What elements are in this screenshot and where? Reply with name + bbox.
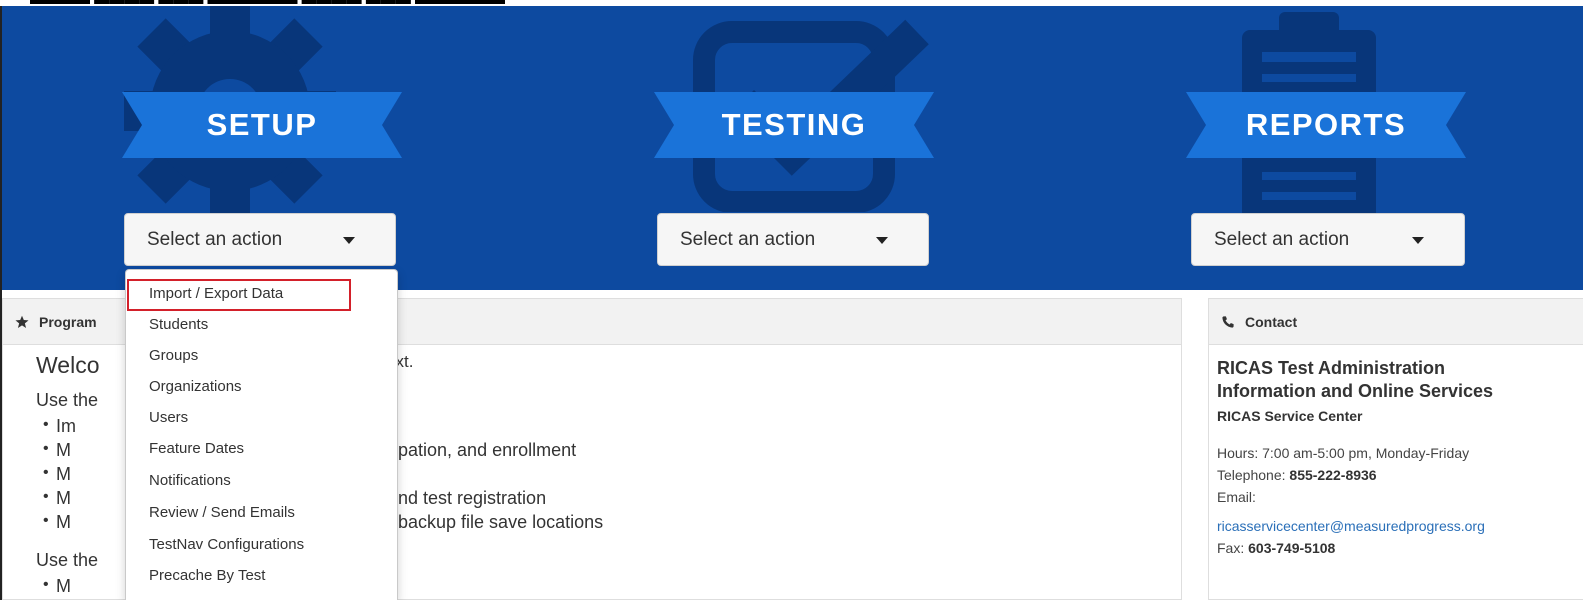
caret-down-icon [343, 237, 355, 244]
contact-panel-header: Contact [1209, 299, 1583, 345]
use-the-line: Use the [36, 550, 99, 570]
contact-email-label: Email: [1217, 489, 1256, 505]
list-item: M [43, 488, 71, 509]
list-item: M [43, 576, 71, 597]
list-item: M [43, 464, 71, 485]
menu-item-groups[interactable]: Groups [126, 341, 397, 371]
testing-action-select[interactable]: Select an action [657, 213, 929, 266]
contact-telephone: Telephone: 855-222-8936 [1217, 467, 1377, 483]
menu-item-notifications[interactable]: Notifications [126, 466, 397, 496]
testing-title: TESTING [721, 107, 867, 142]
reports-ribbon: REPORTS [1186, 92, 1466, 158]
menu-item-import-export-data[interactable]: Import / Export Data [126, 279, 397, 309]
use-the-line: Use the [36, 390, 99, 410]
caret-down-icon [1412, 237, 1424, 244]
phone-icon [1222, 315, 1234, 328]
list-item-fragment: backup file save locations [398, 512, 604, 532]
setup-title: SETUP [206, 107, 318, 142]
setup-action-select[interactable]: Select an action [124, 213, 396, 266]
setup-dropdown-menu: Import / Export Data Students Groups Org… [125, 269, 398, 600]
telephone-number: 855-222-8936 [1289, 467, 1377, 483]
setup-ribbon: SETUP [122, 92, 402, 158]
menu-item-organizations[interactable]: Organizations [126, 372, 397, 402]
menu-item-precache-by-test[interactable]: Precache By Test [126, 561, 397, 591]
setup-select-label: Select an action [147, 228, 283, 250]
menu-item-review-send-emails[interactable]: Review / Send Emails [126, 498, 397, 528]
reports-action-select[interactable]: Select an action [1191, 213, 1465, 266]
menu-item-students[interactable]: Students [126, 310, 397, 340]
list-item: Im [43, 416, 76, 437]
telephone-label: Telephone: [1217, 467, 1286, 483]
testing-ribbon: TESTING [654, 92, 934, 158]
menu-item-users[interactable]: Users [126, 403, 397, 433]
menu-item-feature-dates[interactable]: Feature Dates [126, 434, 397, 464]
list-item: M [43, 440, 71, 461]
fax-label: Fax: [1217, 540, 1245, 556]
contact-email-link[interactable]: ricasservicecenter@measuredprogress.org [1217, 518, 1485, 534]
menu-item-testnav-configurations[interactable]: TestNav Configurations [126, 530, 397, 560]
reports-select-label: Select an action [1214, 228, 1350, 250]
list-item: M [43, 512, 71, 533]
reports-title: REPORTS [1245, 107, 1407, 142]
contact-heading: Contact [1245, 313, 1298, 330]
contact-title: RICAS Test Administration Information an… [1217, 357, 1493, 403]
list-item-fragment: pation, and enrollment [398, 440, 577, 460]
welcome-text: Welco [36, 352, 100, 378]
caret-down-icon [876, 237, 888, 244]
contact-title-line-2: Information and Online Services [1217, 381, 1494, 401]
fax-number: 603-749-5108 [1248, 540, 1336, 556]
list-item-fragment: nd test registration [398, 488, 547, 508]
contact-title-line-1: RICAS Test Administration [1217, 358, 1446, 378]
contact-hours: Hours: 7:00 am-5:00 pm, Monday-Friday [1217, 445, 1470, 461]
program-heading: Program [39, 313, 97, 330]
contact-subtitle: RICAS Service Center [1217, 408, 1363, 424]
star-icon [15, 315, 29, 328]
testing-select-label: Select an action [680, 228, 816, 250]
contact-fax: Fax: 603-749-5108 [1217, 540, 1335, 556]
